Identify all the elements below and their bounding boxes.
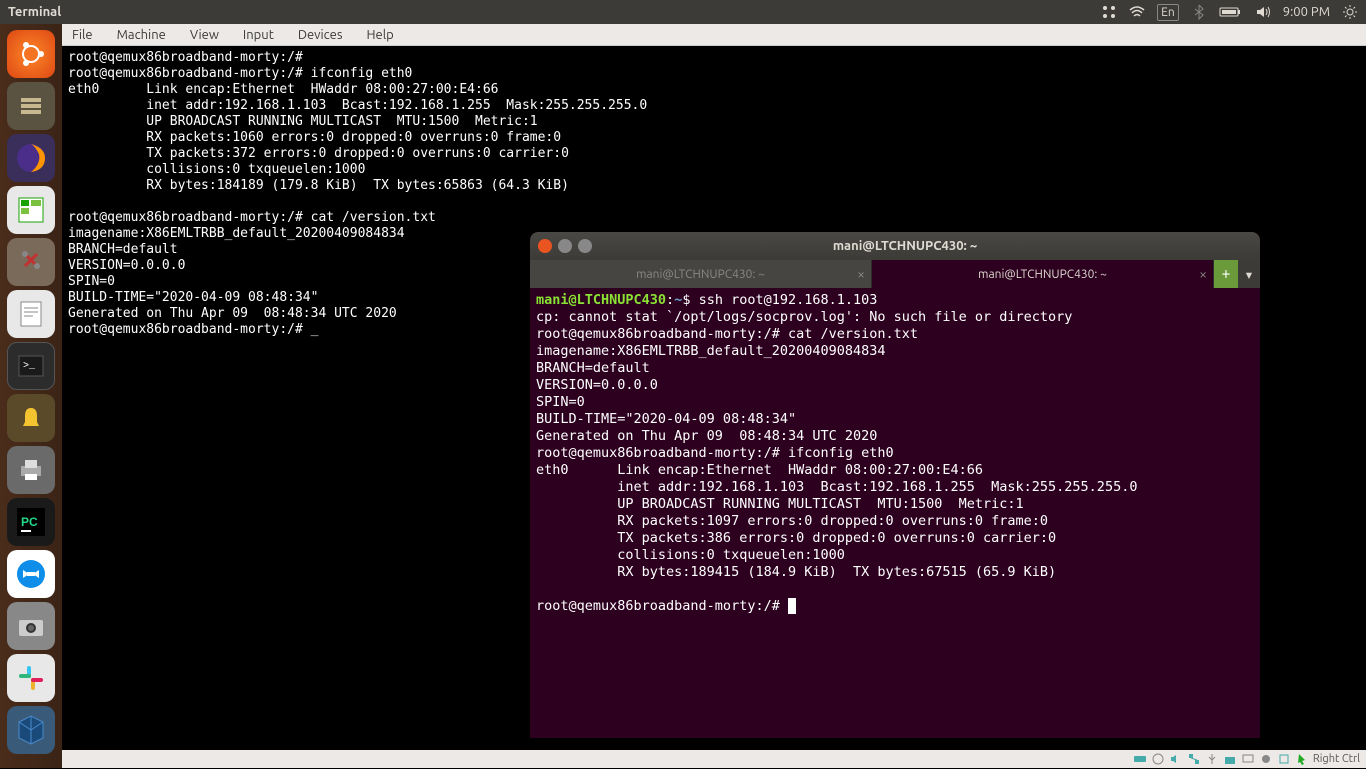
bluetooth-icon[interactable] <box>1191 4 1207 20</box>
audio-icon[interactable] <box>1169 752 1183 766</box>
terminal-line: cp: cannot stat `/opt/logs/socprov.log':… <box>536 309 1072 325</box>
console-line: TX packets:372 errors:0 dropped:0 overru… <box>68 146 569 161</box>
battery-icon[interactable] <box>1219 4 1243 20</box>
language-indicator[interactable]: En <box>1157 4 1179 21</box>
display-icon[interactable] <box>1241 752 1255 766</box>
console-line: root@qemux86broadband-morty:/# cat /vers… <box>68 210 436 225</box>
console-line: collisions:0 txqueuelen:1000 <box>68 162 365 177</box>
menu-devices[interactable]: Devices <box>298 28 343 42</box>
host-key-label[interactable]: Right Ctrl <box>1313 753 1360 765</box>
shared-folder-icon[interactable] <box>1223 752 1237 766</box>
console-line: UP BROADCAST RUNNING MULTICAST MTU:1500 … <box>68 114 538 129</box>
tab-close-icon[interactable]: × <box>1199 266 1207 282</box>
menu-input[interactable]: Input <box>243 28 274 42</box>
new-tab-button[interactable]: + <box>1214 260 1238 288</box>
slack-tray-icon[interactable] <box>1101 4 1117 20</box>
terminal-titlebar[interactable]: mani@LTCHNUPC430: ~ <box>530 232 1260 260</box>
console-line: inet addr:192.168.1.103 Bcast:192.168.1.… <box>68 98 647 113</box>
console-line: eth0 Link encap:Ethernet HWaddr 08:00:27… <box>68 82 498 97</box>
cursor-icon <box>788 598 796 614</box>
volume-icon[interactable] <box>1255 4 1271 20</box>
svg-text:>_: >_ <box>23 361 36 372</box>
launcher-files-icon[interactable] <box>7 82 55 130</box>
console-line: RX bytes:184189 (179.8 KiB) TX bytes:658… <box>68 178 569 193</box>
mouse-integration-icon[interactable] <box>1295 752 1309 766</box>
launcher-firefox-icon[interactable] <box>7 134 55 182</box>
launcher-settings-icon[interactable] <box>7 238 55 286</box>
launcher-printer-icon[interactable] <box>7 446 55 494</box>
svg-text:PC: PC <box>21 515 38 529</box>
launcher-virtualbox-icon[interactable] <box>7 706 55 754</box>
tab-menu-button[interactable]: ▾ <box>1238 260 1260 288</box>
terminal-tabs: mani@LTCHNUPC430: ~× mani@LTCHNUPC430: ~… <box>530 260 1260 288</box>
terminal-line: BRANCH=default <box>536 360 650 376</box>
menu-file[interactable]: File <box>72 28 93 42</box>
gnome-terminal-window: mani@LTCHNUPC430: ~ mani@LTCHNUPC430: ~×… <box>530 232 1260 738</box>
console-line: imagename:X86EMLTRBB_default_20200409084… <box>68 226 405 241</box>
wifi-icon[interactable] <box>1129 4 1145 20</box>
console-line: BUILD-TIME="2020-04-09 08:48:34" <box>68 290 318 305</box>
launcher-terminal-icon[interactable]: >_ <box>7 342 55 390</box>
launcher-notification-icon[interactable] <box>7 394 55 442</box>
terminal-line: root@qemux86broadband-morty:/# cat /vers… <box>536 326 918 342</box>
active-app-title: Terminal <box>0 5 61 19</box>
optical-icon[interactable] <box>1151 752 1165 766</box>
unity-launcher: >_ PC <box>0 24 62 768</box>
terminal-body[interactable]: mani@LTCHNUPC430:~$ ssh root@192.168.1.1… <box>530 288 1260 738</box>
launcher-camera-icon[interactable] <box>7 602 55 650</box>
launcher-libreoffice-calc-icon[interactable] <box>7 186 55 234</box>
terminal-line: TX packets:386 errors:0 dropped:0 overru… <box>536 530 1056 546</box>
console-line: Generated on Thu Apr 09 08:48:34 UTC 202… <box>68 306 397 321</box>
terminal-line: VERSION=0.0.0.0 <box>536 377 658 393</box>
virtualbox-menubar: File Machine View Input Devices Help <box>62 24 1366 46</box>
close-button[interactable] <box>538 239 552 253</box>
menu-view[interactable]: View <box>190 28 219 42</box>
terminal-line: imagename:X86EMLTRBB_default_20200409084… <box>536 343 886 359</box>
virtualbox-statusbar: Right Ctrl <box>62 750 1366 768</box>
console-line: root@qemux86broadband-morty:/# ifconfig … <box>68 66 412 81</box>
launcher-slack-icon[interactable] <box>7 654 55 702</box>
prompt-user: mani@LTCHNUPC430 <box>536 292 666 308</box>
maximize-button[interactable] <box>578 239 592 253</box>
terminal-line: root@qemux86broadband-morty:/# ifconfig … <box>536 445 894 461</box>
terminal-line: eth0 Link encap:Ethernet HWaddr 08:00:27… <box>536 462 983 478</box>
launcher-teamviewer-icon[interactable] <box>7 550 55 598</box>
network-icon[interactable] <box>1187 752 1201 766</box>
terminal-line: BUILD-TIME="2020-04-09 08:48:34" <box>536 411 796 427</box>
top-panel: Terminal En 9:00 PM <box>0 0 1366 24</box>
terminal-line: RX packets:1097 errors:0 dropped:0 overr… <box>536 513 1048 529</box>
terminal-line: Generated on Thu Apr 09 08:48:34 UTC 202… <box>536 428 877 444</box>
window-title: mani@LTCHNUPC430: ~ <box>598 239 1212 253</box>
menu-machine[interactable]: Machine <box>117 28 166 42</box>
launcher-pycharm-icon[interactable]: PC <box>7 498 55 546</box>
console-line: SPIN=0 <box>68 274 115 289</box>
console-line: VERSION=0.0.0.0 <box>68 258 185 273</box>
terminal-line: RX bytes:189415 (184.9 KiB) TX bytes:675… <box>536 564 1056 580</box>
terminal-line: root@qemux86broadband-morty:/# <box>536 598 788 614</box>
console-line: RX packets:1060 errors:0 dropped:0 overr… <box>68 130 561 145</box>
minimize-button[interactable] <box>558 239 572 253</box>
terminal-line: collisions:0 txqueuelen:1000 <box>536 547 845 563</box>
tab-close-icon[interactable]: × <box>857 266 865 282</box>
console-line: root@qemux86broadband-morty:/# <box>68 50 303 65</box>
terminal-line: UP BROADCAST RUNNING MULTICAST MTU:1500 … <box>536 496 1024 512</box>
terminal-tab-2[interactable]: mani@LTCHNUPC430: ~× <box>872 260 1214 288</box>
prompt-path: ~ <box>674 292 682 308</box>
terminal-line: SPIN=0 <box>536 394 585 410</box>
launcher-dash-icon[interactable] <box>7 30 55 78</box>
launcher-libreoffice-writer-icon[interactable] <box>7 290 55 338</box>
terminal-tab-1[interactable]: mani@LTCHNUPC430: ~× <box>530 260 872 288</box>
terminal-line: inet addr:192.168.1.103 Bcast:192.168.1.… <box>536 479 1137 495</box>
console-line: BRANCH=default <box>68 242 178 257</box>
cpu-icon[interactable] <box>1277 752 1291 766</box>
console-line: root@qemux86broadband-morty:/# _ <box>68 322 318 337</box>
system-tray: En 9:00 PM <box>1101 4 1366 21</box>
clock[interactable]: 9:00 PM <box>1283 5 1330 19</box>
usb-icon[interactable] <box>1205 752 1219 766</box>
harddisk-icon[interactable] <box>1133 752 1147 766</box>
gear-icon[interactable] <box>1342 4 1358 20</box>
recording-icon[interactable] <box>1259 752 1273 766</box>
menu-help[interactable]: Help <box>367 28 394 42</box>
